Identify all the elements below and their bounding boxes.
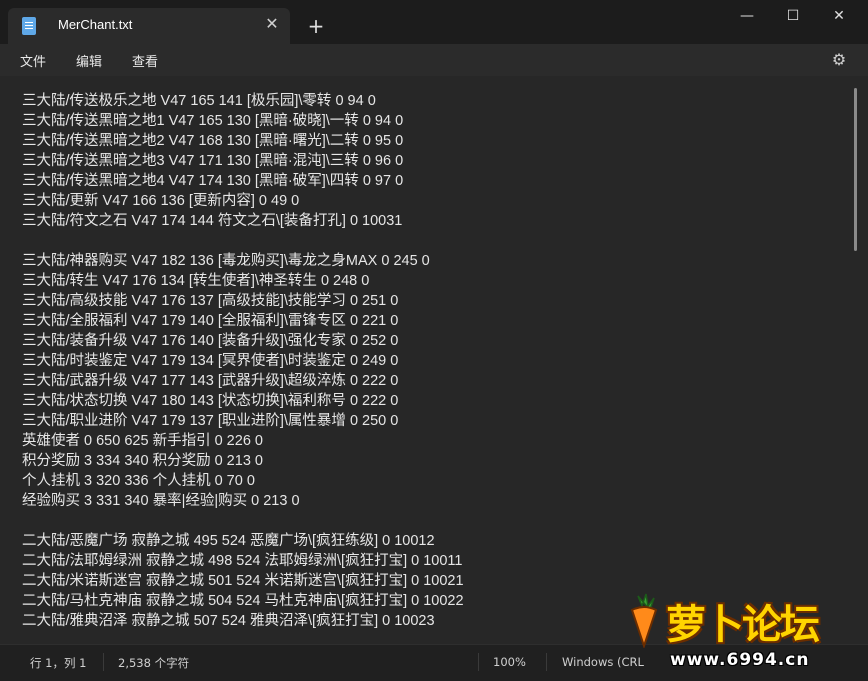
text-line: 三大陆/神器购买 V47 182 136 [毒龙购买]\毒龙之身MAX 0 24…: [22, 253, 430, 269]
menu-view[interactable]: 查看: [132, 51, 158, 70]
text-line: 三大陆/传送极乐之地 V47 165 141 [极乐园]\零转 0 94 0: [22, 93, 376, 109]
status-divider: [546, 653, 547, 671]
forum-watermark: 萝卜论坛 www.6994.cn: [612, 578, 862, 678]
cursor-position: 行 1，列 1: [30, 656, 87, 670]
tab-title: MerChant.txt: [58, 17, 133, 32]
maximize-button[interactable]: ☐: [770, 0, 816, 32]
text-line: 英雄使者 0 650 625 新手指引 0 226 0: [22, 433, 263, 449]
file-tab[interactable]: MerChant.txt ✕: [8, 8, 290, 44]
title-bar: MerChant.txt ✕ + — ☐ ✕: [0, 0, 868, 44]
watermark-brand: 萝卜论坛: [666, 602, 820, 648]
text-line: 三大陆/转生 V47 176 134 [转生使者]\神圣转生 0 248 0: [22, 273, 370, 289]
text-line: 二大陆/马杜克神庙 寂静之城 504 524 马杜克神庙\[疯狂打宝] 0 10…: [22, 593, 464, 609]
close-window-button[interactable]: ✕: [816, 0, 862, 32]
text-line: 二大陆/恶魔广场 寂静之城 495 524 恶魔广场\[疯狂练级] 0 1001…: [22, 533, 435, 549]
text-line: 个人挂机 3 320 336 个人挂机 0 70 0: [22, 473, 255, 489]
text-line: 三大陆/更新 V47 166 136 [更新内容] 0 49 0: [22, 193, 300, 209]
text-line: 积分奖励 3 334 340 积分奖励 0 213 0: [22, 453, 263, 469]
zoom-level[interactable]: 100%: [493, 655, 526, 669]
editor-lines: 三大陆/传送极乐之地 V47 165 141 [极乐园]\零转 0 94 0 三大…: [22, 91, 464, 631]
vertical-scrollbar[interactable]: [854, 88, 857, 251]
text-line: 经验购买 3 331 340 暴率|经验|购买 0 213 0: [22, 493, 300, 509]
menu-file[interactable]: 文件: [20, 51, 46, 70]
text-line: 三大陆/全服福利 V47 179 140 [全服福利]\雷锋专区 0 221 0: [22, 313, 399, 329]
text-line: 三大陆/武器升级 V47 177 143 [武器升级]\超级淬炼 0 222 0: [22, 373, 399, 389]
menu-edit[interactable]: 编辑: [76, 51, 102, 70]
text-line: 三大陆/传送黑暗之地3 V47 171 130 [黑暗·混沌]\三转 0 96 …: [22, 153, 404, 169]
text-line: 三大陆/状态切换 V47 180 143 [状态切换]\福利称号 0 222 0: [22, 393, 399, 409]
watermark-url: www.6994.cn: [670, 650, 810, 670]
text-line: [22, 231, 464, 251]
menu-bar: 文件 编辑 查看 ⚙: [0, 44, 868, 76]
status-divider: [478, 653, 479, 671]
close-tab-icon[interactable]: ✕: [262, 14, 282, 34]
text-line: 二大陆/法耶姆绿洲 寂静之城 498 524 法耶姆绿洲\[疯狂打宝] 0 10…: [22, 553, 463, 569]
text-line: 三大陆/装备升级 V47 176 140 [装备升级]\强化专家 0 252 0: [22, 333, 399, 349]
text-line: 三大陆/时装鉴定 V47 179 134 [冥界使者]\时装鉴定 0 249 0: [22, 353, 399, 369]
carrot-icon: [630, 593, 658, 648]
text-line: 三大陆/传送黑暗之地4 V47 174 130 [黑暗·破军]\四转 0 97 …: [22, 173, 404, 189]
minimize-button[interactable]: —: [724, 0, 770, 32]
text-line: 二大陆/雅典沼泽 寂静之城 507 524 雅典沼泽\[疯狂打宝] 0 1002…: [22, 613, 435, 629]
new-tab-button[interactable]: +: [304, 14, 328, 38]
text-line: 三大陆/职业进阶 V47 179 137 [职业进阶]\属性暴增 0 250 0: [22, 413, 399, 429]
status-divider: [103, 653, 104, 671]
text-line: 二大陆/米诺斯迷宫 寂静之城 501 524 米诺斯迷宫\[疯狂打宝] 0 10…: [22, 573, 464, 589]
text-line: 三大陆/传送黑暗之地2 V47 168 130 [黑暗·曙光]\二转 0 95 …: [22, 133, 404, 149]
text-editor[interactable]: 三大陆/传送极乐之地 V47 165 141 [极乐园]\零转 0 94 0 三大…: [0, 76, 868, 644]
text-line: 三大陆/符文之石 V47 174 144 符文之石\[装备打孔] 0 10031: [22, 213, 403, 229]
text-line: 三大陆/高级技能 V47 176 137 [高级技能]\技能学习 0 251 0: [22, 293, 399, 309]
text-line: 三大陆/传送黑暗之地1 V47 165 130 [黑暗·破晓]\一转 0 94 …: [22, 113, 404, 129]
char-count: 2,538 个字符: [118, 656, 190, 670]
notepad-icon: [22, 17, 36, 35]
gear-icon[interactable]: ⚙: [829, 50, 849, 70]
text-line: [22, 511, 464, 531]
notepad-window: MerChant.txt ✕ + — ☐ ✕ 文件 编辑 查看 ⚙ 三大陆/传送…: [0, 0, 868, 681]
